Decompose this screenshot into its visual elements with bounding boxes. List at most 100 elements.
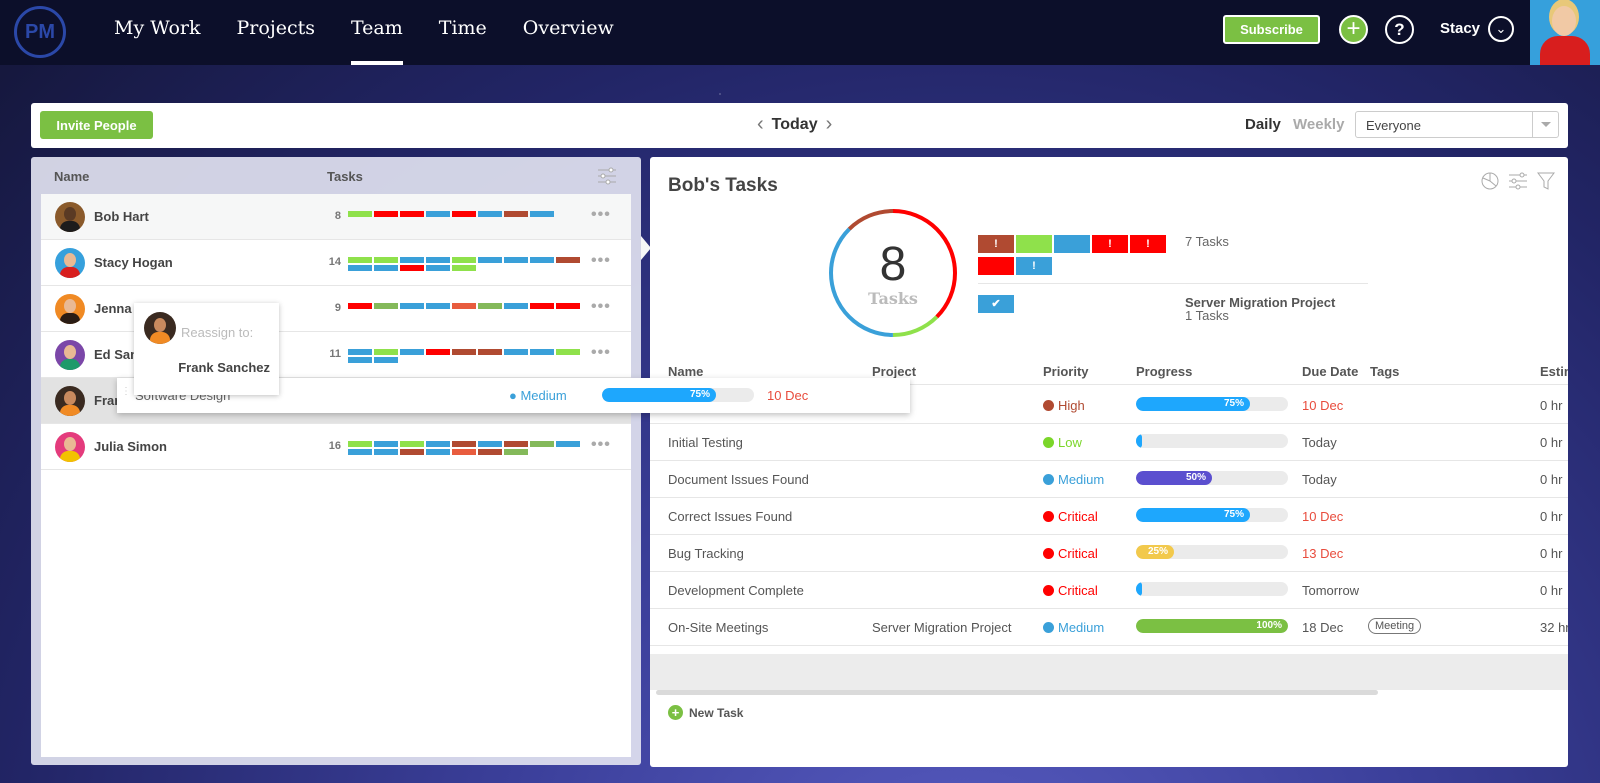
task-bar[interactable] — [374, 357, 398, 363]
task-bar[interactable] — [348, 303, 372, 309]
task-bar[interactable] — [452, 257, 476, 263]
column-priority[interactable]: Priority — [1043, 364, 1089, 379]
task-bar[interactable] — [348, 357, 372, 363]
summary-square[interactable] — [978, 257, 1014, 275]
task-priority[interactable]: High — [1043, 398, 1085, 413]
task-bar[interactable] — [426, 349, 450, 355]
task-name[interactable]: Document Issues Found — [668, 472, 809, 487]
task-row[interactable]: On-Site Meetings Server Migration Project… — [650, 608, 1568, 646]
settings-sliders-icon[interactable] — [597, 167, 617, 185]
nav-overview[interactable]: Overview — [505, 0, 632, 65]
nav-team[interactable]: Team — [333, 0, 421, 65]
task-bar[interactable] — [348, 211, 372, 217]
task-bar[interactable] — [452, 211, 476, 217]
task-bar[interactable] — [504, 449, 528, 455]
task-bar[interactable] — [400, 265, 424, 271]
task-bar[interactable] — [400, 257, 424, 263]
task-bar[interactable] — [374, 211, 398, 217]
task-bar[interactable] — [348, 449, 372, 455]
task-bar[interactable] — [556, 303, 580, 309]
column-progress[interactable]: Progress — [1136, 364, 1192, 379]
task-bar[interactable] — [478, 211, 502, 217]
task-bar[interactable] — [452, 303, 476, 309]
column-tags[interactable]: Tags — [1370, 364, 1399, 379]
task-name[interactable]: On-Site Meetings — [668, 620, 768, 635]
task-priority[interactable]: Medium — [1043, 472, 1104, 487]
task-bar[interactable] — [530, 303, 554, 309]
summary-square[interactable]: ! — [1130, 235, 1166, 253]
task-bar[interactable] — [374, 303, 398, 309]
pie-chart-icon[interactable] — [1480, 171, 1500, 191]
task-bar[interactable] — [374, 349, 398, 355]
task-bar[interactable] — [400, 449, 424, 455]
view-weekly-toggle[interactable]: Weekly — [1293, 116, 1344, 133]
task-priority[interactable]: Low — [1043, 435, 1082, 450]
task-name[interactable]: Bug Tracking — [668, 546, 744, 561]
task-bar[interactable] — [400, 303, 424, 309]
summary-square[interactable] — [1054, 235, 1090, 253]
chevron-down-icon[interactable]: ⌄ — [1488, 16, 1514, 42]
horizontal-scrollbar[interactable] — [656, 690, 1378, 695]
view-daily-toggle[interactable]: Daily — [1245, 116, 1281, 133]
task-bar[interactable] — [478, 349, 502, 355]
task-bar[interactable] — [478, 303, 502, 309]
summary-square[interactable]: ! — [978, 235, 1014, 253]
task-name[interactable]: Correct Issues Found — [668, 509, 792, 524]
task-priority[interactable]: Critical — [1043, 583, 1098, 598]
more-options-icon[interactable]: ••• — [591, 298, 611, 316]
task-row[interactable]: Development Complete Critical Tomorrow 0 hr — [650, 571, 1568, 609]
subscribe-button[interactable]: Subscribe — [1223, 15, 1320, 44]
task-bar[interactable] — [530, 257, 554, 263]
task-due-date[interactable]: 10 Dec — [1302, 509, 1343, 524]
nav-time[interactable]: Time — [421, 0, 505, 65]
task-tag[interactable]: Meeting — [1368, 618, 1422, 634]
add-icon[interactable]: + — [1339, 15, 1368, 44]
settings-sliders-icon[interactable] — [1508, 171, 1528, 191]
summary-square[interactable]: ! — [1016, 257, 1052, 275]
task-bar[interactable] — [478, 449, 502, 455]
task-bar[interactable] — [426, 257, 450, 263]
user-avatar[interactable] — [1530, 0, 1600, 65]
date-label[interactable]: Today — [772, 116, 818, 134]
member-filter-select[interactable]: Everyone — [1355, 111, 1559, 138]
task-bar[interactable] — [426, 265, 450, 271]
chevron-right-icon[interactable]: › — [826, 113, 833, 136]
more-options-icon[interactable]: ••• — [591, 206, 611, 224]
task-bar[interactable] — [478, 257, 502, 263]
task-due-date[interactable]: Today — [1302, 472, 1337, 487]
task-bar[interactable] — [348, 441, 372, 447]
task-bar[interactable] — [556, 257, 580, 263]
task-bar[interactable] — [504, 211, 528, 217]
column-due-date[interactable]: Due Date — [1302, 364, 1358, 379]
task-bar[interactable] — [426, 449, 450, 455]
summary-square[interactable]: ✔ — [978, 295, 1014, 313]
task-bar[interactable] — [426, 303, 450, 309]
task-bar[interactable] — [374, 265, 398, 271]
more-options-icon[interactable]: ••• — [591, 436, 611, 454]
task-bar[interactable] — [530, 441, 554, 447]
task-bar[interactable] — [348, 349, 372, 355]
help-icon[interactable]: ? — [1385, 15, 1414, 44]
task-priority[interactable]: Medium — [1043, 620, 1104, 635]
task-bar[interactable] — [426, 441, 450, 447]
user-name[interactable]: Stacy — [1440, 20, 1480, 37]
task-bar[interactable] — [374, 257, 398, 263]
task-due-date[interactable]: 13 Dec — [1302, 546, 1343, 561]
task-bar[interactable] — [504, 257, 528, 263]
task-bar[interactable] — [452, 349, 476, 355]
caret-down-icon[interactable] — [1532, 112, 1558, 137]
invite-people-button[interactable]: Invite People — [40, 111, 153, 139]
task-bar[interactable] — [348, 265, 372, 271]
task-row[interactable]: Document Issues Found Medium 50% Today 0 hr — [650, 460, 1568, 498]
column-estimate[interactable]: Estim — [1540, 364, 1568, 379]
task-name[interactable]: Initial Testing — [668, 435, 743, 450]
column-project[interactable]: Project — [872, 364, 916, 379]
task-bar[interactable] — [374, 449, 398, 455]
task-bar[interactable] — [348, 257, 372, 263]
task-bar[interactable] — [504, 303, 528, 309]
task-bar[interactable] — [556, 349, 580, 355]
member-row[interactable]: Ed Sampson 11 ••• — [41, 332, 631, 378]
task-bar[interactable] — [452, 441, 476, 447]
new-task-button[interactable]: + New Task — [668, 705, 743, 720]
task-bar[interactable] — [400, 211, 424, 217]
